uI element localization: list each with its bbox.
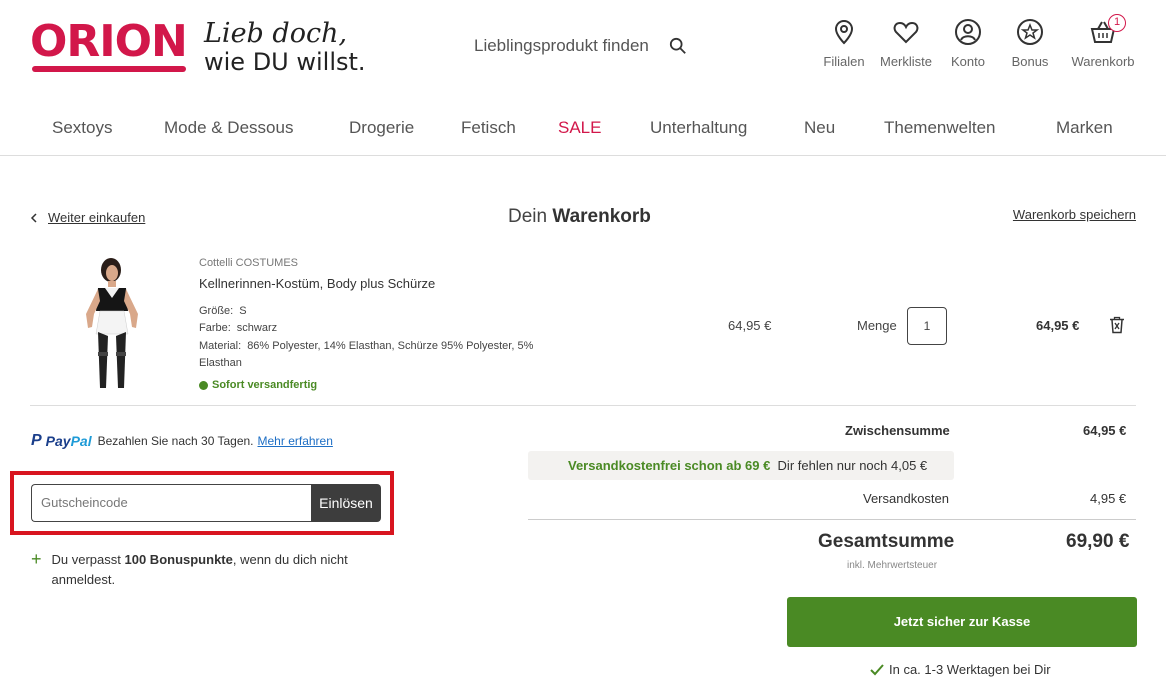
header-label: Merkliste <box>880 54 933 69</box>
color-label: Farbe: <box>199 322 231 334</box>
nav-item-drogerie[interactable]: Drogerie <box>349 118 414 138</box>
logo-underline <box>32 66 186 72</box>
nav-item-unterhaltung[interactable]: Unterhaltung <box>650 118 747 138</box>
main-nav: Sextoys Mode & Dessous Drogerie Fetisch … <box>0 100 1166 156</box>
header-icons: Filialen Merkliste Konto Bonus 1 Warenko… <box>822 14 1136 69</box>
material-value: 86% Polyester, 14% Elasthan, Schürze 95%… <box>247 340 534 352</box>
header-label: Bonus <box>1011 54 1049 69</box>
nav-item-neu[interactable]: Neu <box>804 118 835 138</box>
slogan-line1: Lieb doch, <box>204 18 348 49</box>
nav-item-sextoys[interactable]: Sextoys <box>52 118 112 138</box>
slogan-line2: wie DU willst. <box>204 48 366 76</box>
material-value-cont: Elasthan <box>199 357 242 369</box>
header-item-warenkorb[interactable]: 1 Warenkorb <box>1070 14 1136 69</box>
site-header: ORION Lieb doch, wie DU willst. Liebling… <box>0 0 1166 100</box>
cart-count-badge: 1 <box>1108 14 1126 32</box>
free-shipping-notice: Versandkostenfrei schon ab 69 € Dir fehl… <box>528 451 954 480</box>
bonus-hint: + Du verpasst 100 Bonuspunkte, wenn du d… <box>31 550 371 590</box>
subtotal-label: Zwischensumme <box>845 423 950 438</box>
total-label: Gesamtsumme <box>818 531 955 552</box>
material-label: Material: <box>199 340 242 352</box>
bonus-text: Du verpasst 100 Bonuspunkte, wenn du dic… <box>51 552 348 587</box>
title-prefix: Dein <box>508 206 548 227</box>
plus-icon: + <box>31 549 42 569</box>
nav-item-sale[interactable]: SALE <box>558 118 601 138</box>
quantity-input[interactable]: 1 <box>907 307 947 345</box>
size-value: S <box>239 305 247 317</box>
availability-label: Sofort versandfertig <box>212 379 318 391</box>
search-icon[interactable] <box>669 37 687 55</box>
checkout-button[interactable]: Jetzt sicher zur Kasse <box>787 597 1137 647</box>
orion-logo[interactable]: ORION <box>30 20 188 74</box>
delivery-note: In ca. 1-3 Werktagen bei Dir <box>870 662 1051 677</box>
product-image[interactable] <box>72 256 152 394</box>
product-size: Größe: S <box>199 303 247 320</box>
unit-price: 64,95 € <box>728 318 772 333</box>
trash-icon[interactable] <box>1109 316 1125 334</box>
size-label: Größe: <box>199 305 234 317</box>
free-shipping-threshold: Versandkostenfrei schon ab 69 € <box>568 458 771 473</box>
paypal-text: Bezahlen Sie nach 30 Tagen. <box>97 434 254 448</box>
divider <box>528 519 1136 520</box>
line-total: 64,95 € <box>1036 318 1080 333</box>
vat-note: inkl. Mehrwertsteuer <box>847 560 938 571</box>
shipping-label: Versandkosten <box>863 491 950 506</box>
delivery-text: In ca. 1-3 Werktagen bei Dir <box>889 662 1051 677</box>
subtotal-value: 64,95 € <box>1083 423 1127 438</box>
user-icon <box>955 19 981 45</box>
logo-text: ORION <box>30 16 188 67</box>
nav-item-mode-dessous[interactable]: Mode & Dessous <box>164 118 293 138</box>
quantity-label: Menge <box>857 318 897 333</box>
coupon-code-input[interactable]: Gutscheincode <box>31 484 311 522</box>
paypal-more-link[interactable]: Mehr erfahren <box>258 434 333 448</box>
continue-shopping-link[interactable]: Weiter einkaufen <box>30 210 145 225</box>
product-name-link[interactable]: Kellnerinnen-Kostüm, Body plus Schürze <box>199 276 435 291</box>
availability-status: Sofort versandfertig <box>199 379 317 391</box>
search-placeholder[interactable]: Lieblingsprodukt finden <box>474 36 649 56</box>
header-item-merkliste[interactable]: Merkliste <box>880 18 932 69</box>
product-brand: Cottelli COSTUMES <box>199 257 299 269</box>
slogan: Lieb doch, wie DU willst. <box>204 18 366 77</box>
redeem-coupon-button[interactable]: Einlösen <box>311 484 381 522</box>
checkmark-icon <box>870 663 884 675</box>
continue-shopping-label: Weiter einkaufen <box>48 210 146 225</box>
paypal-info: P PayPal Bezahlen Sie nach 30 Tagen. Meh… <box>31 432 333 450</box>
header-item-bonus[interactable]: Bonus <box>1008 18 1052 69</box>
header-label: Konto <box>951 54 985 69</box>
paypal-icon: P <box>31 432 42 449</box>
heart-icon <box>893 21 919 44</box>
nav-item-fetisch[interactable]: Fetisch <box>461 118 516 138</box>
header-label: Filialen <box>823 54 865 69</box>
product-color: Farbe: schwarz <box>199 320 277 337</box>
availability-dot <box>199 380 208 390</box>
color-value: schwarz <box>236 322 278 334</box>
star-icon <box>1017 19 1043 45</box>
total-value: 69,90 € <box>1066 531 1130 552</box>
chevron-left-icon <box>30 212 37 223</box>
header-label: Warenkorb <box>1071 54 1135 69</box>
free-shipping-remaining: Dir fehlen nur noch 4,05 € <box>777 458 928 473</box>
bonus-points: 100 Bonuspunkte <box>124 552 233 567</box>
page-title: Dein Warenkorb <box>508 206 651 228</box>
header-item-konto[interactable]: Konto <box>946 18 990 69</box>
nav-item-marken[interactable]: Marken <box>1056 118 1113 138</box>
save-cart-link[interactable]: Warenkorb speichern <box>1013 207 1136 222</box>
search-bar[interactable]: Lieblingsprodukt finden <box>474 36 687 56</box>
divider <box>30 405 1136 406</box>
location-pin-icon <box>834 19 854 45</box>
shipping-value: 4,95 € <box>1090 491 1127 506</box>
title-bold: Warenkorb <box>552 206 651 227</box>
paypal-logo: PayPal <box>45 433 92 449</box>
product-material: Material: 86% Polyester, 14% Elasthan, Sc… <box>199 338 549 372</box>
header-item-filialen[interactable]: Filialen <box>822 18 866 69</box>
nav-item-themenwelten[interactable]: Themenwelten <box>884 118 996 138</box>
